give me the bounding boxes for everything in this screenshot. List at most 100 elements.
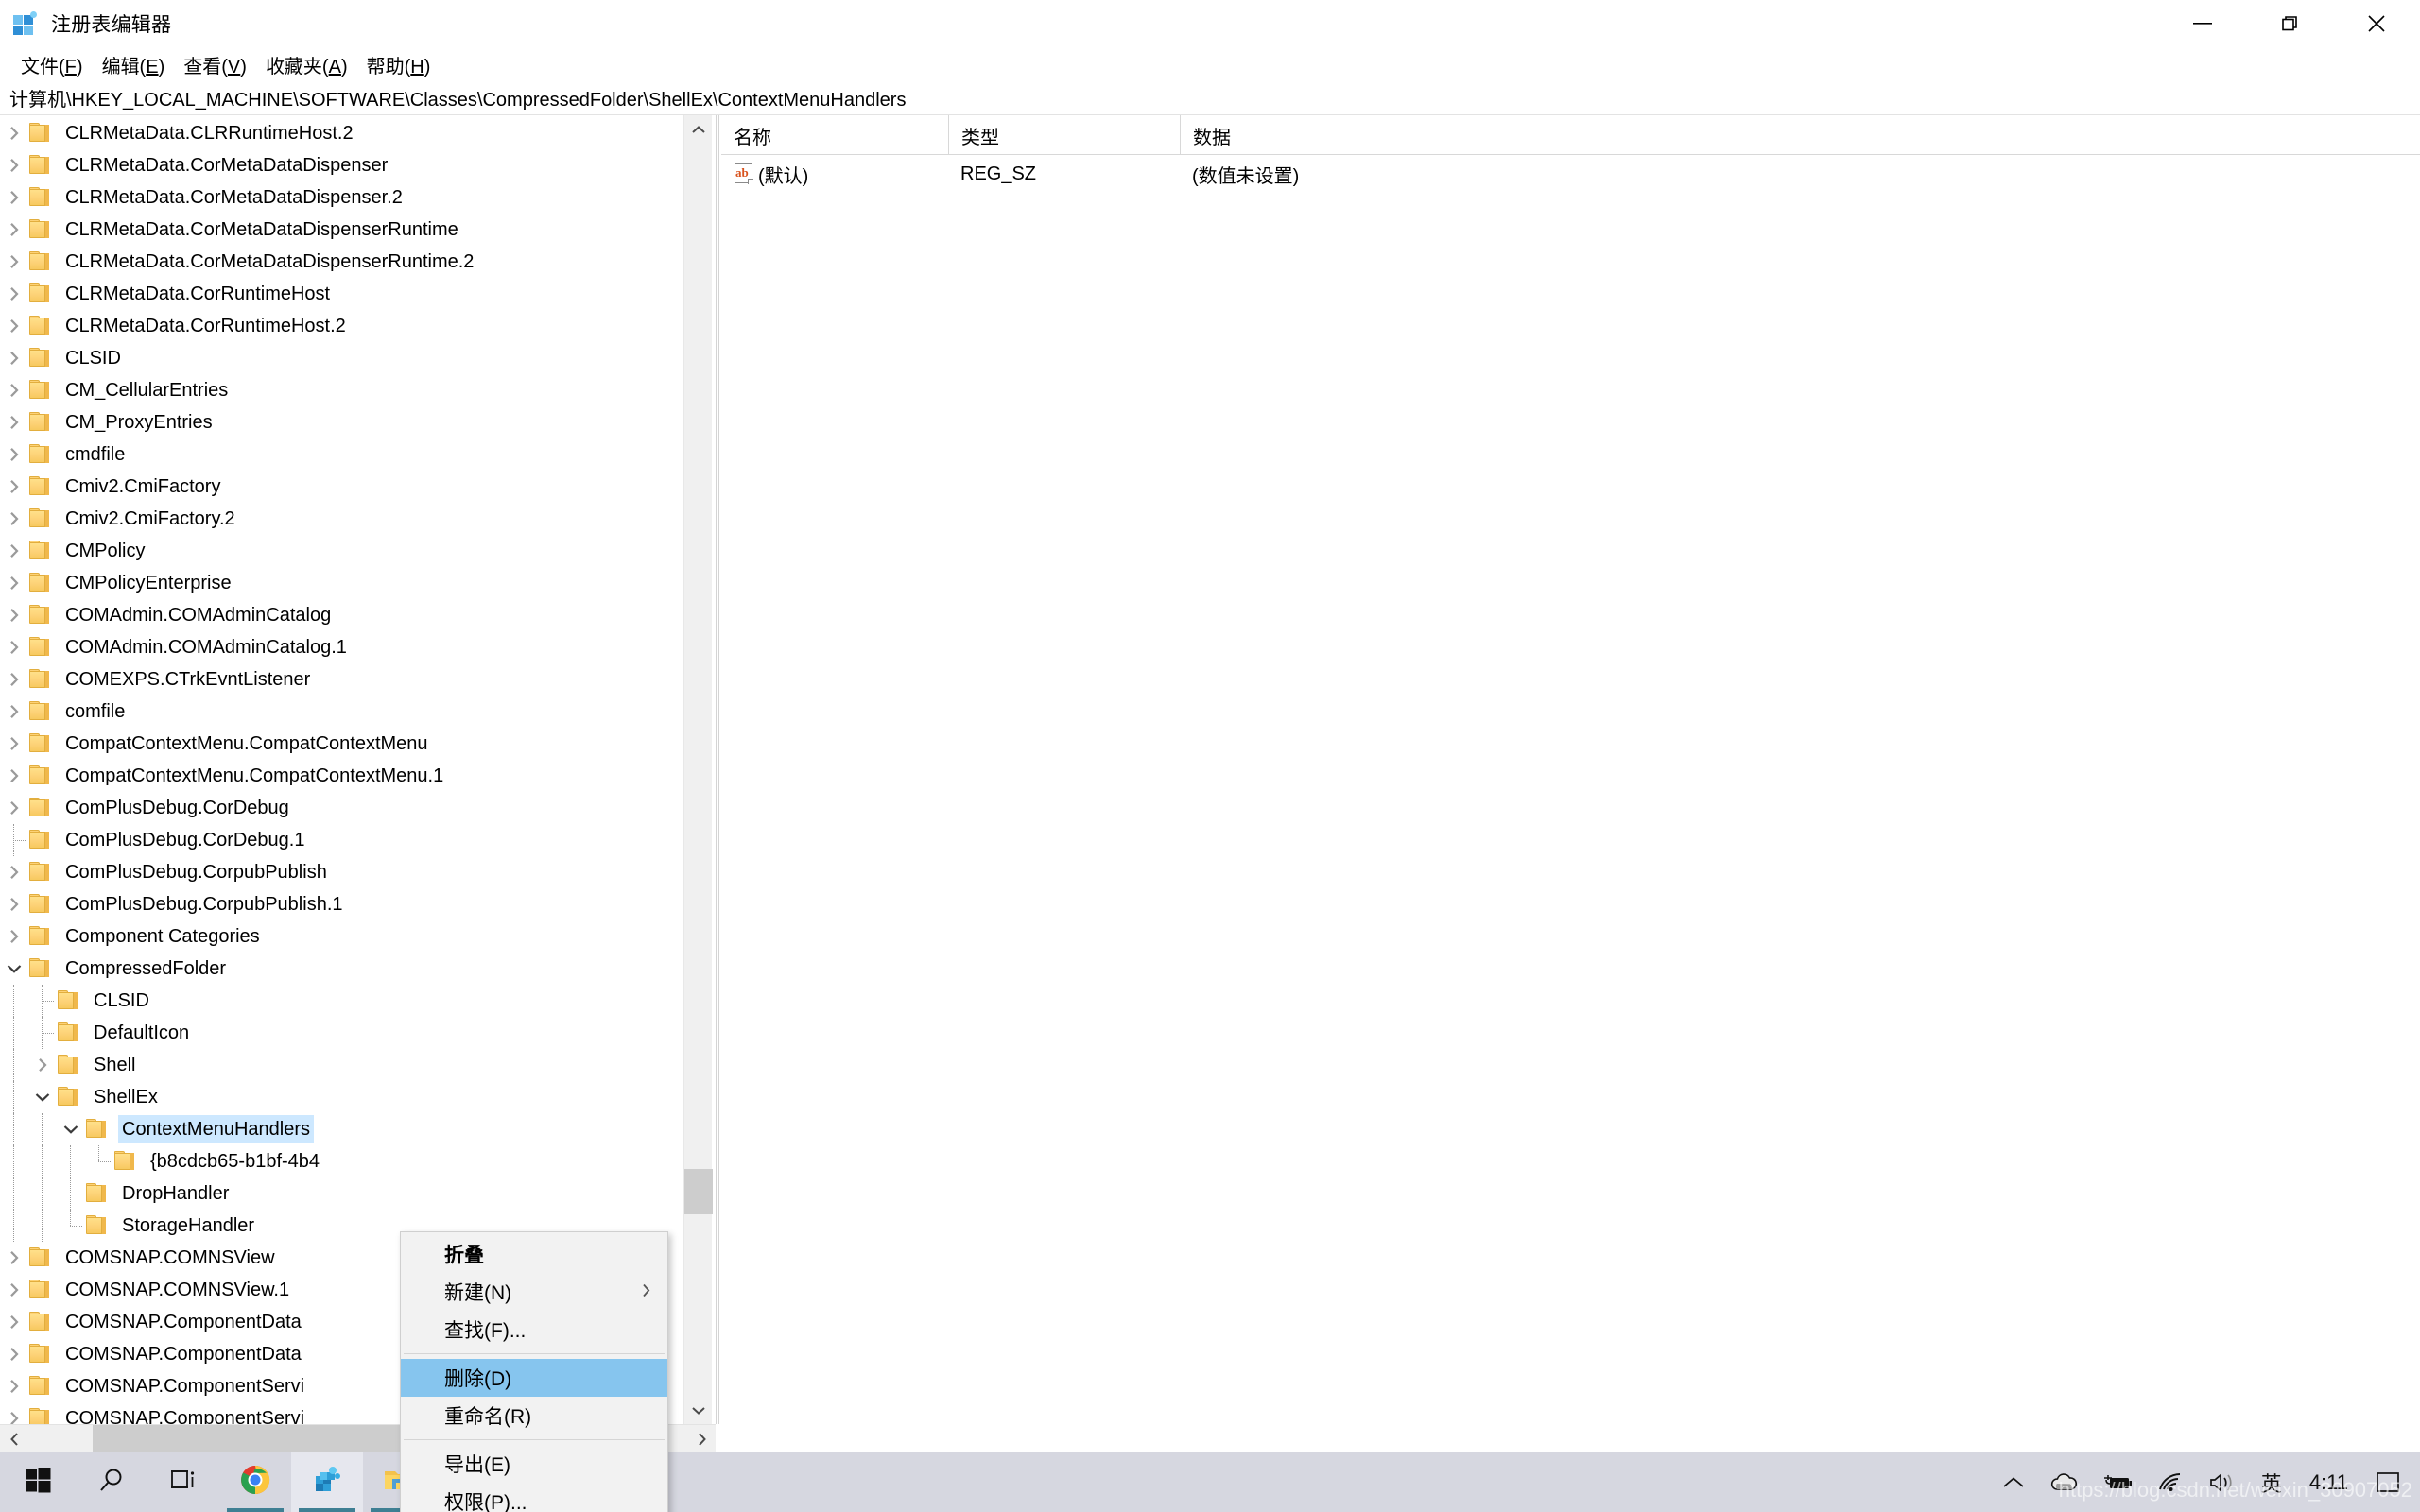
tree-item-complusdebug-corpubpublish[interactable]: ComPlusDebug.CorpubPublish [0,856,695,888]
chevron-right-icon[interactable] [0,374,28,406]
table-row[interactable]: ab (默认) REG_SZ (数值未设置) [721,155,2420,193]
tree-item-clrmetadata-clrruntimehost-2[interactable]: CLRMetaData.CLRRuntimeHost.2 [0,117,695,149]
tree-item-cmpolicyenterprise[interactable]: CMPolicyEnterprise [0,567,695,599]
context-menu-item-6[interactable]: 权限(P)... [401,1483,667,1512]
restore-button[interactable] [2246,0,2333,47]
tree-item-comadmin-comadmincatalog-1[interactable]: COMAdmin.COMAdminCatalog.1 [0,631,695,663]
context-menu-item-1[interactable]: 新建(N) [401,1273,667,1311]
tree-vertical-scrollbar[interactable] [683,115,713,1424]
start-button[interactable] [0,1452,76,1512]
tree-item-clsid[interactable]: CLSID [0,342,695,374]
chevron-right-icon[interactable] [0,792,28,824]
wifi-icon[interactable] [2145,1452,2196,1512]
chevron-right-icon[interactable] [0,310,28,342]
chevron-down-icon[interactable] [57,1113,85,1145]
tree-item-clrmetadata-corruntimehost-2[interactable]: CLRMetaData.CorRuntimeHost.2 [0,310,695,342]
chevron-right-icon[interactable] [0,920,28,953]
menu-view[interactable]: 查看(V) [174,48,256,81]
tree-item-clsid[interactable]: CLSID [0,985,695,1017]
tree-item-complusdebug-corpubpublish-1[interactable]: ComPlusDebug.CorpubPublish.1 [0,888,695,920]
chevron-right-icon[interactable] [0,631,28,663]
tree-item-cm-proxyentries[interactable]: CM_ProxyEntries [0,406,695,438]
tree-item-clrmetadata-corruntimehost[interactable]: CLRMetaData.CorRuntimeHost [0,278,695,310]
chevron-right-icon[interactable] [0,246,28,278]
chevron-right-icon[interactable] [0,1306,28,1338]
action-center-button[interactable] [2363,1452,2412,1512]
search-button[interactable] [76,1452,147,1512]
chevron-right-icon[interactable] [0,181,28,214]
chevron-right-icon[interactable] [0,888,28,920]
tree-item-compatcontextmenu-compatcontextmenu-1[interactable]: CompatContextMenu.CompatContextMenu.1 [0,760,695,792]
chevron-right-icon[interactable] [0,471,28,503]
tree-item-cmpolicy[interactable]: CMPolicy [0,535,695,567]
tree-item-defaulticon[interactable]: DefaultIcon [0,1017,695,1049]
context-menu-item-0[interactable]: 折叠 [401,1235,667,1273]
tree-item-drophandler[interactable]: DropHandler [0,1177,695,1210]
tree-item-complusdebug-cordebug-1[interactable]: ComPlusDebug.CorDebug.1 [0,824,695,856]
chevron-right-icon[interactable] [0,856,28,888]
tree-item-complusdebug-cordebug[interactable]: ComPlusDebug.CorDebug [0,792,695,824]
context-menu-item-2[interactable]: 查找(F)... [401,1311,667,1349]
chevron-right-icon[interactable] [0,278,28,310]
battery-charging-icon[interactable] [2090,1452,2145,1512]
chevron-right-icon[interactable] [0,1402,28,1424]
column-header-type[interactable]: 类型 [948,115,1180,155]
chevron-right-icon[interactable] [0,406,28,438]
task-view-button[interactable] [147,1452,219,1512]
chevron-right-icon[interactable] [0,214,28,246]
chevron-right-icon[interactable] [0,760,28,792]
chevron-right-icon[interactable] [0,1370,28,1402]
tree-item-cmdfile[interactable]: cmdfile [0,438,695,471]
speaker-icon[interactable] [2196,1452,2249,1512]
chevron-right-icon[interactable] [0,342,28,374]
chevron-right-icon[interactable] [0,438,28,471]
scroll-down-icon[interactable] [684,1396,713,1424]
tree-item-clrmetadata-cormetadatadispenser-2[interactable]: CLRMetaData.CorMetaDataDispenser.2 [0,181,695,214]
show-hidden-icons-button[interactable] [1990,1452,2037,1512]
scroll-up-icon[interactable] [684,115,713,144]
tree-item-component-categories[interactable]: Component Categories [0,920,695,953]
chevron-right-icon[interactable] [0,663,28,696]
chevron-right-icon[interactable] [28,1049,57,1081]
chevron-down-icon[interactable] [28,1081,57,1113]
tree-item-comexps-ctrkevntlistener[interactable]: COMEXPS.CTrkEvntListener [0,663,695,696]
tree-item-contextmenuhandlers[interactable]: ContextMenuHandlers [0,1113,695,1145]
tree-item-clrmetadata-cormetadatadispenser[interactable]: CLRMetaData.CorMetaDataDispenser [0,149,695,181]
column-header-data[interactable]: 数据 [1180,115,1728,155]
tree-item-shell[interactable]: Shell [0,1049,695,1081]
chevron-right-icon[interactable] [0,117,28,149]
chevron-right-icon[interactable] [0,567,28,599]
pane-splitter[interactable] [716,115,719,1424]
chevron-right-icon[interactable] [0,1338,28,1370]
tree-item-shellex[interactable]: ShellEx [0,1081,695,1113]
tree-item-cmiv2-cmifactory-2[interactable]: Cmiv2.CmiFactory.2 [0,503,695,535]
context-menu-item-5[interactable]: 导出(E) [401,1445,667,1483]
chevron-right-icon[interactable] [0,1274,28,1306]
tree-item-clrmetadata-cormetadatadispenserruntime-2[interactable]: CLRMetaData.CorMetaDataDispenserRuntime.… [0,246,695,278]
chevron-right-icon[interactable] [0,149,28,181]
chevron-right-icon[interactable] [0,696,28,728]
tree-item-compatcontextmenu-compatcontextmenu[interactable]: CompatContextMenu.CompatContextMenu [0,728,695,760]
chevron-right-icon[interactable] [0,503,28,535]
tree-item-cmiv2-cmifactory[interactable]: Cmiv2.CmiFactory [0,471,695,503]
menu-edit[interactable]: 编辑(E) [93,48,175,81]
scroll-right-icon[interactable] [687,1425,716,1452]
clock[interactable]: 4:11 [2294,1470,2363,1495]
tree-item-clrmetadata-cormetadatadispenserruntime[interactable]: CLRMetaData.CorMetaDataDispenserRuntime [0,214,695,246]
tree-item-comadmin-comadmincatalog[interactable]: COMAdmin.COMAdminCatalog [0,599,695,631]
tree-item--b8cdcb65-b1bf-4b4[interactable]: {b8cdcb65-b1bf-4b4 [0,1145,695,1177]
tree-item-cm-cellularentries[interactable]: CM_CellularEntries [0,374,695,406]
tree-item-comfile[interactable]: comfile [0,696,695,728]
menu-favorites[interactable]: 收藏夹(A) [256,48,357,81]
close-button[interactable] [2333,0,2420,47]
chevron-right-icon[interactable] [0,535,28,567]
address-bar[interactable]: 计算机\HKEY_LOCAL_MACHINE\SOFTWARE\Classes\… [0,81,2420,115]
chevron-down-icon[interactable] [0,953,28,985]
chevron-right-icon[interactable] [0,599,28,631]
tree-scroll-thumb[interactable] [684,1169,713,1214]
chevron-right-icon[interactable] [0,1242,28,1274]
tree-item-compressedfolder[interactable]: CompressedFolder [0,953,695,985]
column-header-name[interactable]: 名称 [721,115,948,155]
chevron-right-icon[interactable] [0,728,28,760]
menu-file[interactable]: 文件(F) [11,48,93,81]
